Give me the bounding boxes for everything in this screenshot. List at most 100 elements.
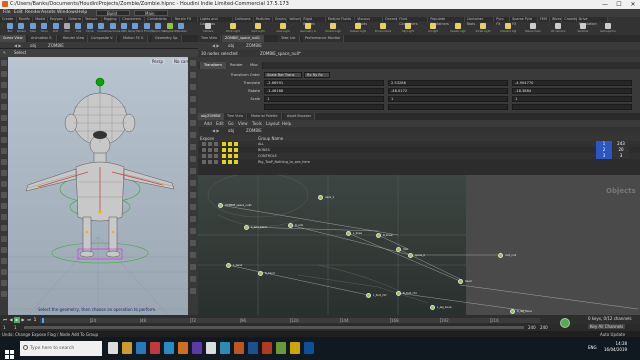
- viewport-tool-button[interactable]: [1, 225, 7, 231]
- viewport-tool-button[interactable]: [1, 280, 7, 286]
- taskbar-apps: [108, 0, 408, 360]
- taskbar-app-icon[interactable]: [234, 342, 244, 354]
- menu-assets[interactable]: Assets: [41, 10, 56, 16]
- auto-key-icon[interactable]: [560, 318, 570, 328]
- windows-start-icon[interactable]: [5, 344, 14, 359]
- viewport-tool-button[interactable]: [1, 82, 7, 88]
- taskbar-app-icon[interactable]: [304, 342, 314, 354]
- timeline-tick-label: 24: [91, 318, 97, 323]
- group-count: 3: [613, 153, 629, 159]
- taskbar-app-icon[interactable]: [276, 342, 286, 354]
- viewport-tool-button[interactable]: [1, 291, 7, 297]
- param-field[interactable]: -4.904770: [512, 80, 632, 86]
- taskbar-app-icon[interactable]: [206, 342, 216, 354]
- menu-help[interactable]: Help: [77, 10, 87, 16]
- taskbar-app-icon[interactable]: [108, 342, 118, 354]
- network-node[interactable]: [408, 253, 413, 258]
- viewport-tool-button[interactable]: [1, 258, 7, 264]
- arrow-icon[interactable]: ↖: [3, 50, 6, 55]
- viewport-tool-button[interactable]: [1, 60, 7, 66]
- shelf-tool-switcher[interactable]: Switcher: [575, 23, 591, 34]
- taskbar-app-icon[interactable]: [136, 342, 146, 354]
- node-label: L_leg_bone: [437, 306, 452, 309]
- timeline-tick-label: 192: [441, 318, 449, 323]
- tool-icon: [555, 23, 561, 29]
- viewport-tool-button[interactable]: [1, 236, 7, 242]
- shelf-tool-caustic-light[interactable]: Caustic Light: [450, 23, 466, 34]
- viewport-tool-button[interactable]: [1, 93, 7, 99]
- menu-file[interactable]: File: [3, 10, 11, 16]
- range-start-2[interactable]: 1: [14, 325, 17, 330]
- taskbar-app-icon[interactable]: [122, 342, 132, 354]
- tool-label: Stereo Camera: [525, 30, 541, 33]
- taskbar-app-icon[interactable]: [192, 342, 202, 354]
- param-field[interactable]: 1: [512, 96, 632, 102]
- taskbar-clock[interactable]: 14:28 16/04/2019: [604, 341, 627, 353]
- viewport-tool-button[interactable]: [1, 137, 7, 143]
- viewport-tool-button[interactable]: [1, 126, 7, 132]
- viewport-tool-button[interactable]: [1, 170, 7, 176]
- path-back-icon[interactable]: ◀ ▶: [14, 43, 21, 48]
- viewport-tool-button[interactable]: [1, 115, 7, 121]
- taskbar-app-icon[interactable]: [290, 342, 300, 354]
- tool-label: GI Light: [427, 30, 439, 33]
- minimize-button[interactable]: —: [598, 0, 612, 9]
- language-indicator[interactable]: ENG: [588, 345, 597, 350]
- shelf-tool-stereo-camera[interactable]: Stereo Camera: [525, 23, 541, 34]
- shelf-tool-gi-light[interactable]: GI Light: [425, 23, 441, 34]
- playhead[interactable]: [42, 318, 44, 323]
- tool-icon: [430, 23, 436, 29]
- tool-label: Caustic Light: [450, 30, 466, 33]
- search-icon: [23, 345, 28, 350]
- menu-windows[interactable]: Windows: [57, 10, 77, 16]
- viewport-tool-button[interactable]: [1, 203, 7, 209]
- group-counts: 1 243 2 20 3 3: [596, 141, 630, 165]
- range-start[interactable]: 1: [3, 325, 6, 330]
- viewport-tool-button[interactable]: [1, 159, 7, 165]
- tool-icon: [7, 23, 13, 29]
- path-obj[interactable]: obj: [30, 43, 36, 48]
- network-node[interactable]: [498, 253, 503, 258]
- tool-icon: [64, 23, 70, 29]
- taskbar-app-icon[interactable]: [220, 342, 230, 354]
- maximize-button[interactable]: ☐: [612, 0, 626, 9]
- menu-render[interactable]: Render: [25, 10, 41, 16]
- tab-render-view[interactable]: Render View: [60, 35, 89, 42]
- menu-edit[interactable]: Edit: [14, 10, 23, 16]
- zombie-mouth: [93, 131, 107, 139]
- shelf-tool-gamepad-camera[interactable]: Gamepad Camera: [600, 23, 616, 34]
- viewport-tool-button[interactable]: [1, 181, 7, 187]
- shelf-tool-portal-light[interactable]: Portal Light: [475, 23, 491, 34]
- tab-scene-view[interactable]: Scene View: [0, 35, 27, 42]
- current-frame-display[interactable]: 1: [32, 317, 38, 323]
- taskbar-app-icon[interactable]: [150, 342, 160, 354]
- network-node[interactable]: [458, 279, 463, 284]
- viewport-tool-button[interactable]: [1, 104, 7, 110]
- path-node[interactable]: ZOMBIE: [48, 43, 64, 48]
- viewport-tool-button[interactable]: [1, 148, 7, 154]
- key-all-channels-button[interactable]: Key All Channels: [588, 324, 626, 329]
- shelf-tool-vr-camera[interactable]: VR Camera: [550, 23, 566, 34]
- viewport-tool-button[interactable]: [1, 269, 7, 275]
- network-node[interactable]: [510, 309, 515, 314]
- range-end[interactable]: 240: [528, 325, 536, 330]
- taskbar-search[interactable]: Type here to search: [20, 341, 102, 356]
- taskbar-app-icon[interactable]: [178, 342, 188, 354]
- taskbar-app-icon[interactable]: [248, 342, 258, 354]
- tab-animation-editor[interactable]: Animation E.: [28, 35, 57, 42]
- taskbar-app-icon[interactable]: [262, 342, 272, 354]
- shelf-tool-ambient-light[interactable]: Ambient Light: [500, 23, 516, 34]
- param-field[interactable]: -18.3884: [512, 88, 632, 94]
- node-label: head: [465, 280, 472, 283]
- close-button[interactable]: ✕: [626, 0, 640, 9]
- taskbar-app-icon[interactable]: [164, 342, 174, 354]
- param-field[interactable]: [512, 104, 632, 110]
- tool-icon: [530, 23, 536, 29]
- viewport-tool-button[interactable]: [1, 192, 7, 198]
- network-node[interactable]: [430, 305, 435, 310]
- tool-icon: [86, 23, 93, 29]
- viewport-tool-button[interactable]: [1, 71, 7, 77]
- range-end-2[interactable]: 240: [540, 325, 548, 330]
- viewport-tool-button[interactable]: [1, 214, 7, 220]
- viewport-tool-button[interactable]: [1, 247, 7, 253]
